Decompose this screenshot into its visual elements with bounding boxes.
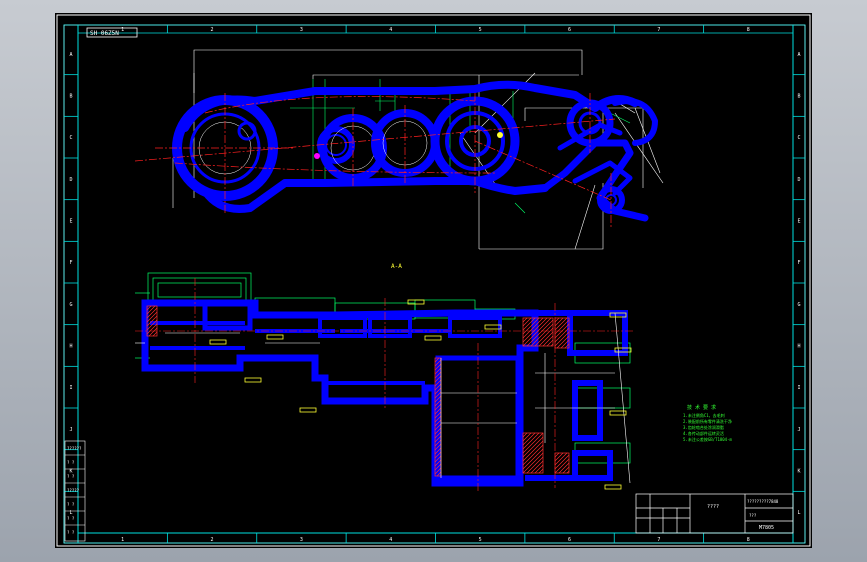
tech-note-line: 2.装配前所有零件清洗干净	[683, 418, 732, 424]
left-strip-label: ?????	[67, 488, 80, 493]
zone-letter-right: J	[797, 427, 800, 433]
zone-letter-left: D	[69, 177, 72, 183]
zone-letter-right: C	[797, 135, 800, 141]
zone-letter-right: G	[797, 302, 800, 308]
cad-drawing: 1122334455667788A AB BC CD DE EF FG GH HI IJ JK KL L…	[56, 14, 811, 547]
tech-note-line: 3.齿轮啮合处涂润滑脂	[683, 424, 724, 430]
zone-letter-right: A	[797, 52, 800, 58]
left-strip-labels: ?????? ? ? ? ?????? ? ? ? ? ? ?	[67, 446, 82, 535]
zone-letter-left: G	[69, 302, 72, 308]
zone-number-top: 3	[300, 27, 303, 33]
zone-letter-left: C	[69, 135, 72, 141]
tech-notes-title: 技 术 要 求	[687, 404, 716, 411]
zone-number-bottom: 4	[389, 537, 392, 543]
zone-letter-right: B	[797, 94, 800, 100]
zone-number-top: 8	[747, 27, 750, 33]
zone-letter-right: D	[797, 177, 800, 183]
drawing-number: SH 06Z5N	[90, 30, 119, 37]
top-view	[134, 49, 664, 250]
zone-letter-left: E	[69, 219, 72, 225]
left-strip-label: ? ?	[67, 474, 75, 479]
zone-letter-right: F	[797, 260, 800, 266]
zone-letter-right: I	[797, 385, 800, 391]
zone-number-bottom: 5	[479, 537, 482, 543]
zone-number-bottom: 7	[657, 537, 660, 543]
title-block-code: ?????????7848	[747, 499, 779, 504]
title-block-name: ????	[707, 504, 719, 510]
zone-letter-left: J	[69, 427, 72, 433]
left-strip-label: ? ?	[67, 530, 75, 535]
zone-letter-right: E	[797, 219, 800, 225]
zone-number-bottom: 8	[747, 537, 750, 543]
zone-number-top: 4	[389, 27, 392, 33]
section-label: A-A	[391, 263, 402, 270]
zone-letter-left: F	[69, 260, 72, 266]
zone-number-bottom: 6	[568, 537, 571, 543]
title-block-material: ???	[749, 513, 757, 518]
zone-number-top: 7	[657, 27, 660, 33]
zone-letter-right: L	[797, 510, 800, 516]
left-strip-label: ? ?	[67, 460, 75, 465]
zone-number-bottom: 1	[121, 537, 124, 543]
zone-number-bottom: 3	[300, 537, 303, 543]
tech-note-line: 4.各传动部件运转灵活	[683, 430, 724, 436]
left-strip-label: ? ?	[67, 516, 75, 521]
zone-number-top: 2	[211, 27, 214, 33]
zone-letter-right: K	[797, 469, 800, 475]
zone-letter-left: B	[69, 94, 72, 100]
tech-notes: 1.未注倒角C1，去毛刺2.装配前所有零件清洗干净3.齿轮啮合处涂润滑脂4.各传…	[683, 412, 732, 442]
zone-letter-right: H	[797, 344, 800, 350]
section-view	[135, 272, 635, 493]
left-strip-label: ??????	[67, 446, 82, 451]
title-block-sheet: M7805	[759, 525, 774, 531]
tech-note-line: 1.未注倒角C1，去毛刺	[683, 412, 725, 418]
tech-note-line: 5.未注公差按GB/T1804-m	[683, 436, 732, 442]
zone-letter-left: A	[69, 52, 72, 58]
zone-letter-left: I	[69, 385, 72, 391]
drawing-sheet: 1122334455667788AABBCCDDEEFFGGHHIIJJKKLL…	[55, 13, 812, 548]
left-strip-label: ? ?	[67, 502, 75, 507]
zone-number-bottom: 2	[211, 537, 214, 543]
zone-letter-left: H	[69, 344, 72, 350]
zone-number-top: 6	[568, 27, 571, 33]
zone-number-top: 5	[479, 27, 482, 33]
